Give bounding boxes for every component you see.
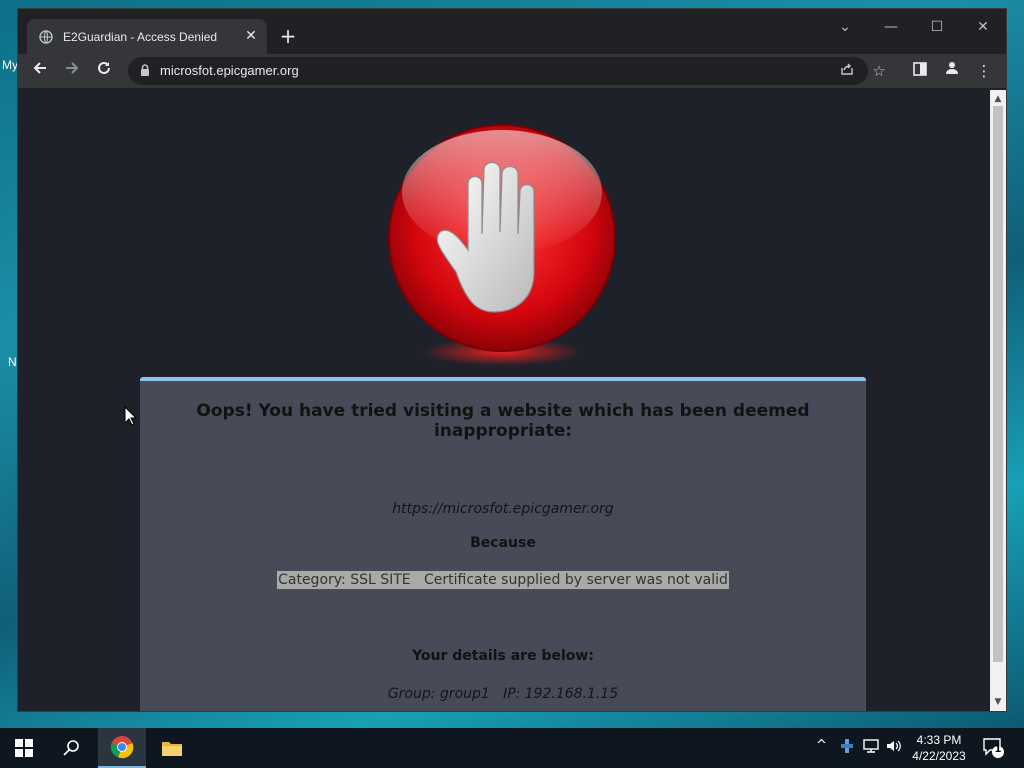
- tab-strip: E2Guardian - Access Denied ✕ + ⌄ — ☐ ✕: [18, 9, 1006, 54]
- stop-hand-icon: [382, 122, 622, 372]
- block-reason: Category: SSL SITE Certificate supplied …: [277, 571, 729, 589]
- taskbar: ^ 4:33 PM 4/22/2023 1: [0, 728, 1024, 768]
- windows-logo-icon: [15, 739, 33, 757]
- folder-icon: [162, 742, 182, 756]
- new-tab-button[interactable]: +: [278, 26, 298, 46]
- search-icon: [63, 740, 79, 756]
- close-tab-icon[interactable]: ✕: [243, 28, 259, 44]
- tab-title: E2Guardian - Access Denied: [63, 29, 218, 44]
- profile-icon[interactable]: [941, 60, 963, 82]
- page-title: Oops! You have tried visiting a website …: [196, 401, 810, 441]
- notification-center-icon[interactable]: 1: [982, 736, 1004, 762]
- chrome-icon: [110, 736, 134, 759]
- arrow-right-icon: [66, 62, 79, 74]
- network-icon[interactable]: [862, 738, 880, 758]
- minimize-button[interactable]: —: [879, 17, 903, 37]
- url-text[interactable]: microsfot.epicgamer.org: [160, 63, 299, 78]
- tab-search-icon[interactable]: ⌄: [833, 17, 857, 37]
- clock-time: 4:33 PM: [916, 733, 962, 747]
- mouse-cursor-icon: [124, 406, 138, 426]
- back-button[interactable]: [29, 60, 51, 82]
- file-explorer-button[interactable]: [148, 728, 196, 768]
- browser-toolbar: microsfot.epicgamer.org ☆ ⋮: [18, 54, 1006, 88]
- because-label: Because: [470, 535, 536, 551]
- share-icon[interactable]: [838, 62, 856, 80]
- desktop-icon-label[interactable]: My: [2, 58, 18, 72]
- reload-icon: [98, 61, 110, 74]
- browser-window: E2Guardian - Access Denied ✕ + ⌄ — ☐ ✕ m…: [18, 9, 1006, 711]
- page-content: Oops! You have tried visiting a website …: [18, 90, 990, 711]
- details-label: Your details are below:: [412, 648, 594, 664]
- page-scrollbar[interactable]: ▲ ▼: [990, 90, 1006, 711]
- notification-count: 1: [994, 744, 1002, 755]
- address-bar[interactable]: microsfot.epicgamer.org ☆: [128, 57, 886, 85]
- star-icon[interactable]: ☆: [870, 62, 888, 80]
- network-app-icon[interactable]: [840, 738, 854, 758]
- maximize-button[interactable]: ☐: [925, 17, 949, 37]
- close-window-button[interactable]: ✕: [971, 17, 995, 37]
- blocked-url: https://microsfot.epicgamer.org: [392, 501, 614, 517]
- clock[interactable]: 4:33 PM 4/22/2023: [900, 732, 978, 764]
- block-message-panel: Oops! You have tried visiting a website …: [140, 377, 866, 711]
- arrow-left-icon: [33, 62, 46, 74]
- start-button[interactable]: [0, 728, 48, 768]
- scrollbar-thumb[interactable]: [993, 106, 1003, 662]
- side-panel-icon[interactable]: [909, 60, 931, 82]
- kebab-menu-icon[interactable]: ⋮: [973, 60, 995, 82]
- globe-icon: [39, 29, 53, 44]
- group-ip-info: Group: group1 IP: 192.168.1.15: [387, 686, 619, 702]
- scroll-down-icon[interactable]: ▼: [990, 695, 1006, 709]
- scroll-up-icon[interactable]: ▲: [990, 92, 1006, 106]
- forward-button[interactable]: [61, 60, 83, 82]
- tab-access-denied[interactable]: E2Guardian - Access Denied ✕: [27, 19, 267, 54]
- search-button[interactable]: [48, 728, 96, 768]
- clock-date: 4/22/2023: [912, 749, 966, 763]
- lock-icon[interactable]: [140, 64, 150, 77]
- reload-button[interactable]: [93, 60, 115, 82]
- desktop-icon-label[interactable]: N: [8, 355, 17, 369]
- chrome-taskbar-button[interactable]: [98, 728, 146, 768]
- show-hidden-icons-icon[interactable]: ^: [816, 738, 827, 753]
